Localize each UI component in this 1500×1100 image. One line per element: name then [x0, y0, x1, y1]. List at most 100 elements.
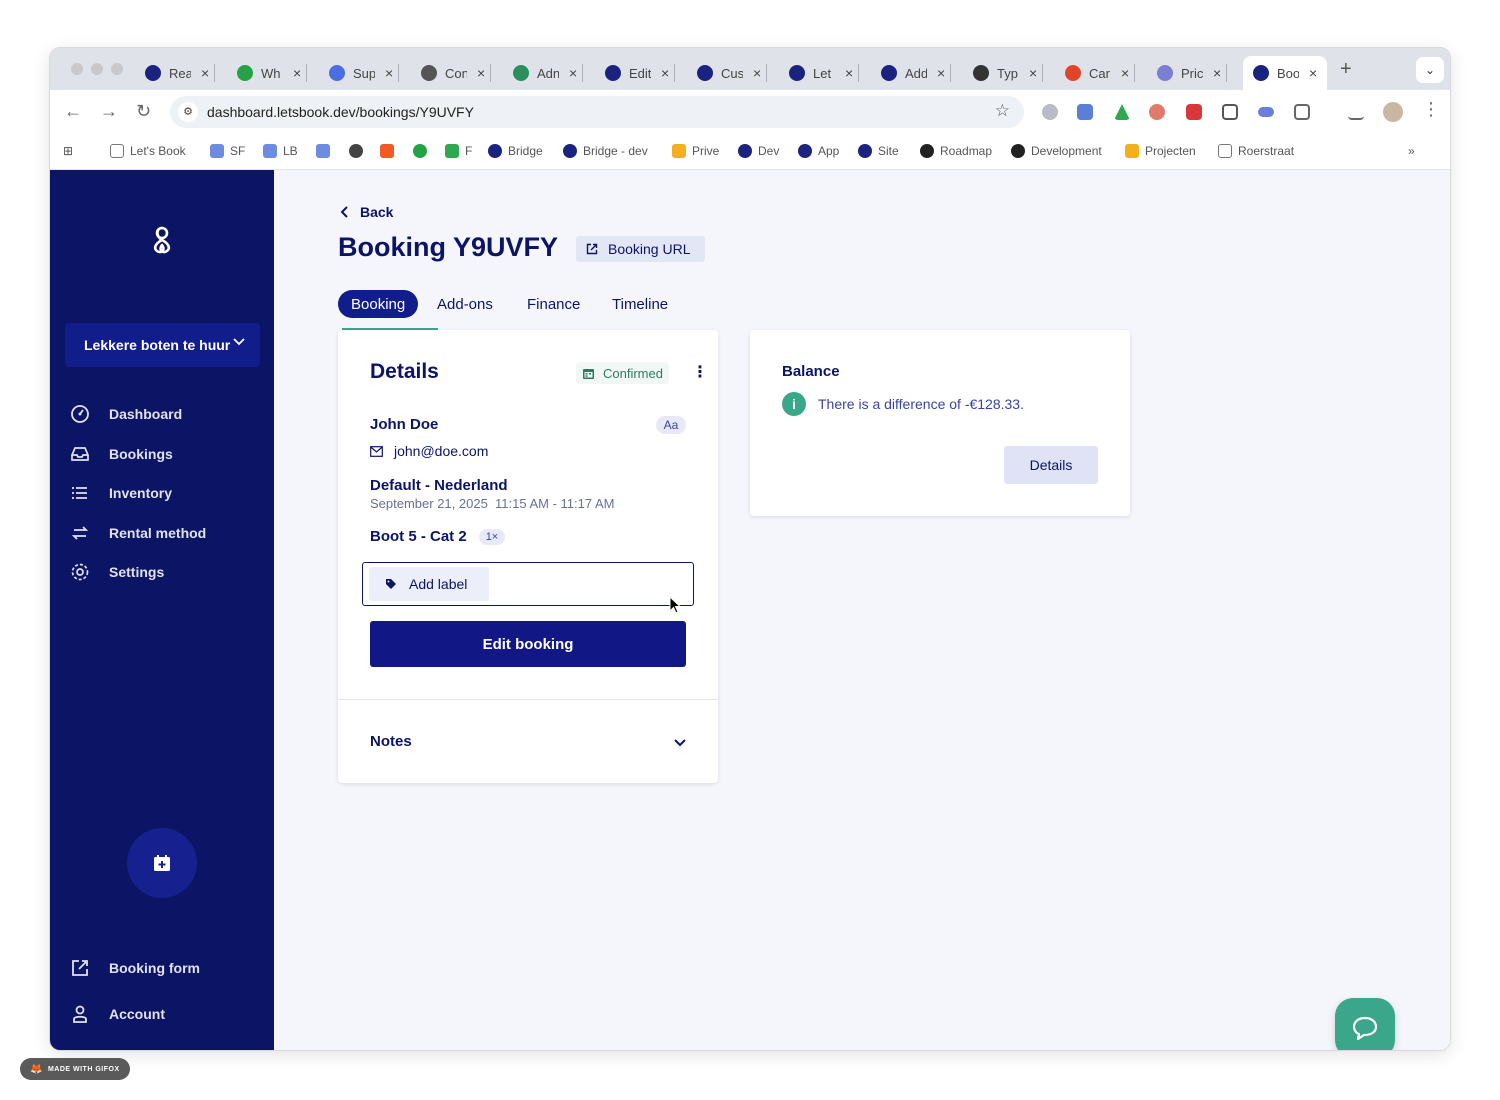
close-tab-icon[interactable]: ×	[1213, 65, 1221, 81]
extension-icon[interactable]	[1042, 104, 1058, 120]
forward-arrow-icon[interactable]: →	[100, 101, 118, 122]
apps-grid-icon[interactable]: ⊞	[63, 144, 73, 158]
booking-datetime: September 21, 2025 11:15 AM - 11:17 AM	[370, 496, 615, 511]
close-tab-icon[interactable]: ×	[661, 65, 669, 81]
sidebar-item-inventory[interactable]: Inventory	[70, 481, 172, 505]
tab-finance[interactable]: Finance	[514, 290, 593, 318]
browser-tab[interactable]: Rea ×	[145, 56, 216, 90]
browser-tab[interactable]: Pric ×	[1157, 56, 1228, 90]
sidebar-item-bookings[interactable]: Bookings	[70, 442, 173, 466]
download-extension-icon[interactable]	[1186, 104, 1202, 120]
chat-support-button[interactable]	[1335, 998, 1395, 1050]
close-tab-icon[interactable]: ×	[201, 65, 209, 81]
browser-tab[interactable]: Cus ×	[697, 56, 768, 90]
bookmark-star-icon[interactable]: ☆	[995, 101, 1010, 121]
close-tab-icon[interactable]: ×	[1309, 65, 1317, 81]
translate-icon[interactable]	[1077, 104, 1093, 120]
sidebar-item-settings[interactable]: Settings	[70, 560, 164, 584]
bookmark-item[interactable]	[316, 144, 336, 158]
new-tab-button[interactable]: +	[1340, 58, 1352, 81]
sidebar-item-dashboard[interactable]: Dashboard	[70, 402, 182, 426]
github-icon	[1011, 144, 1025, 158]
company-switcher[interactable]: Lekkere boten te huur	[65, 323, 260, 367]
letsbook-logo-icon[interactable]	[144, 222, 180, 258]
close-tab-icon[interactable]: ×	[477, 65, 485, 81]
customer-email[interactable]: john@doe.com	[370, 443, 488, 459]
close-tab-icon[interactable]: ×	[937, 65, 945, 81]
bookmark-item[interactable]: Let's Book	[110, 144, 186, 158]
drive-icon	[672, 144, 686, 158]
browser-tab[interactable]: Adn ×	[513, 56, 584, 90]
back-link[interactable]: Back	[338, 204, 393, 220]
minimize-window-button[interactable]	[91, 63, 103, 75]
sidebar-item-booking-form[interactable]: Booking form	[70, 956, 200, 980]
edit-booking-button[interactable]: Edit booking	[370, 621, 686, 667]
puzzle-extensions-icon[interactable]	[1294, 104, 1310, 120]
bookmark-item[interactable]: F	[445, 144, 472, 158]
more-bookmarks-icon[interactable]: »	[1408, 144, 1415, 158]
tab-separator	[214, 64, 216, 82]
chevron-down-icon[interactable]	[672, 734, 688, 750]
browser-tab[interactable]: Edit ×	[605, 56, 676, 90]
close-tab-icon[interactable]: ×	[385, 65, 393, 81]
bookmark-item[interactable]: Roadmap	[920, 144, 992, 158]
bookmark-item[interactable]	[413, 144, 433, 158]
label-field[interactable]: Add label	[362, 562, 694, 606]
tab-booking[interactable]: Booking	[338, 290, 419, 318]
booking-url-button[interactable]: Booking URL	[576, 236, 705, 262]
bookmark-item[interactable]: LB	[263, 144, 298, 158]
close-tab-icon[interactable]: ×	[293, 65, 301, 81]
browser-tab[interactable]: Add ×	[881, 56, 952, 90]
bookmark-item[interactable]: Development	[1011, 144, 1102, 158]
bookmark-item[interactable]: Projecten	[1125, 144, 1196, 158]
screenshot-icon[interactable]	[1222, 104, 1238, 120]
bookmark-item[interactable]	[349, 144, 369, 158]
profile-avatar[interactable]	[1383, 102, 1403, 122]
browser-tab[interactable]: Let ×	[789, 56, 860, 90]
sidebar-item-account[interactable]: Account	[70, 1002, 165, 1026]
drive-extension-icon[interactable]	[1114, 104, 1130, 120]
close-tab-icon[interactable]: ×	[1029, 65, 1037, 81]
browser-tab[interactable]: Con ×	[421, 56, 492, 90]
bookmark-item[interactable]: SF	[210, 144, 245, 158]
notes-heading[interactable]: Notes	[370, 733, 412, 750]
bookmark-item[interactable]: Site	[858, 144, 899, 158]
tab-timeline[interactable]: Timeline	[599, 290, 681, 318]
bookmark-item[interactable]: App	[798, 144, 839, 158]
new-booking-button[interactable]	[127, 828, 197, 898]
browser-tab[interactable]: Car ×	[1065, 56, 1136, 90]
more-options-icon[interactable]: ⋮	[692, 362, 708, 382]
close-tab-icon[interactable]: ×	[1121, 65, 1129, 81]
url-text[interactable]: dashboard.letsbook.dev/bookings/Y9UVFY	[207, 104, 474, 120]
zoom-window-button[interactable]	[111, 63, 123, 75]
browser-menu-icon[interactable]: ⋮	[1422, 99, 1440, 120]
customer-name[interactable]: John Doe	[370, 416, 438, 433]
bookmark-item[interactable]: Prive	[672, 144, 719, 158]
close-tab-icon[interactable]: ×	[569, 65, 577, 81]
bookmark-item[interactable]	[380, 144, 400, 158]
close-window-button[interactable]	[71, 63, 83, 75]
brain-extension-icon[interactable]	[1149, 104, 1165, 120]
link-extension-icon[interactable]	[1258, 107, 1274, 117]
downloads-icon[interactable]	[1348, 104, 1364, 120]
site-info-icon[interactable]: ⚙	[178, 102, 198, 122]
browser-tab[interactable]: Typ ×	[973, 56, 1044, 90]
back-arrow-icon[interactable]: ←	[64, 101, 82, 122]
tab-search-button[interactable]: ⌄	[1416, 57, 1444, 83]
bookmark-item[interactable]: Bridge	[488, 144, 543, 158]
close-tab-icon[interactable]: ×	[845, 65, 853, 81]
address-bar[interactable]: ⚙ dashboard.letsbook.dev/bookings/Y9UVFY…	[170, 96, 1024, 128]
add-label-button[interactable]: Add label	[369, 567, 489, 601]
tab-add-ons[interactable]: Add-ons	[424, 290, 506, 318]
balance-details-button[interactable]: Details	[1004, 446, 1098, 484]
bookmark-item[interactable]: Roerstraat	[1218, 144, 1294, 158]
reload-icon[interactable]: ↻	[136, 101, 151, 122]
bookmark-item[interactable]: Dev	[738, 144, 779, 158]
browser-tab[interactable]: Wh ×	[237, 56, 308, 90]
letsbook-icon	[738, 144, 752, 158]
close-tab-icon[interactable]: ×	[753, 65, 761, 81]
browser-tab[interactable]: Sup ×	[329, 56, 400, 90]
browser-tab[interactable]: Boo ×	[1243, 56, 1328, 90]
sidebar-item-rental-method[interactable]: Rental method	[70, 521, 206, 545]
bookmark-item[interactable]: Bridge - dev	[563, 144, 648, 158]
